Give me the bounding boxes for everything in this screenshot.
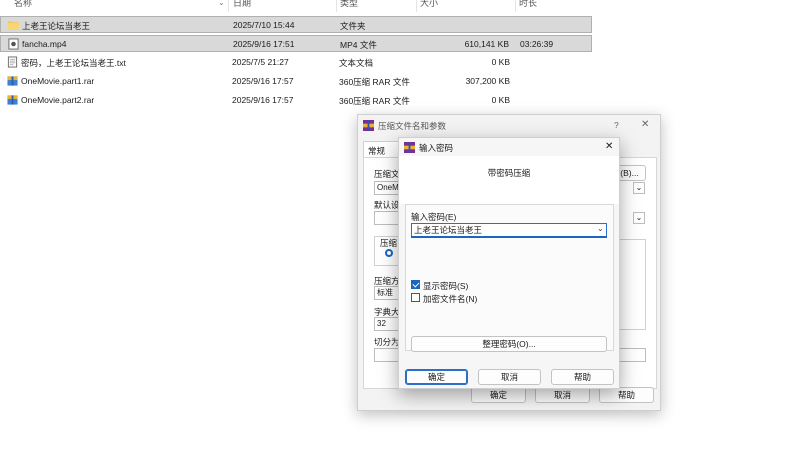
column-divider[interactable] <box>416 0 417 12</box>
default-profile-label: 默认设 <box>374 200 400 210</box>
password-input[interactable]: 上老王论坛当老王 <box>411 223 607 238</box>
password-history-chevron-icon[interactable]: ⌄ <box>597 224 604 233</box>
help-icon[interactable]: ? <box>614 120 619 130</box>
file-row-rar[interactable]: OneMovie.part2.rar 2025/9/16 17:57 360压缩… <box>0 92 592 109</box>
column-header-date[interactable]: 日期 <box>233 0 251 10</box>
column-divider[interactable] <box>515 0 516 12</box>
dialog-title: 压缩文件名和参数 <box>378 121 447 131</box>
password-dialog: 输入密码 ✕ 带密码压缩 输入密码(E) 上老王论坛当老王 ⌄ 显示密码(S) … <box>398 137 620 389</box>
help-button[interactable]: 帮助 <box>599 387 654 403</box>
close-icon[interactable]: ✕ <box>641 119 649 130</box>
ok-button[interactable]: 确定 <box>405 369 468 385</box>
ok-button[interactable]: 确定 <box>471 387 526 403</box>
file-name: 密码，上老王论坛当老王.txt <box>21 58 126 68</box>
rar-archive-icon <box>7 76 18 86</box>
file-type: 文本文档 <box>339 58 374 68</box>
file-type: 360压缩 RAR 文件 <box>339 77 410 87</box>
winrar-app-icon <box>404 142 415 153</box>
dialog-title: 输入密码 <box>419 143 454 153</box>
encrypt-names-label: 加密文件名(N) <box>423 294 478 304</box>
file-date: 2025/9/16 17:57 <box>232 76 294 86</box>
column-header-duration[interactable]: 时长 <box>519 0 537 10</box>
archive-name-dropdown-icon[interactable]: ⌄ <box>633 182 645 194</box>
file-date: 2025/7/10 15:44 <box>233 20 295 30</box>
file-duration: 03:26:39 <box>520 39 554 49</box>
video-file-icon <box>8 38 19 50</box>
header-banner <box>399 156 619 204</box>
file-type: 文件夹 <box>340 21 366 31</box>
file-row-folder[interactable]: 上老王论坛当老王 2025/7/10 15:44 文件夹 <box>0 16 592 33</box>
file-row-rar[interactable]: OneMovie.part1.rar 2025/9/16 17:57 360压缩… <box>0 73 592 90</box>
archive-name-label: 压缩文 <box>374 169 400 179</box>
file-date: 2025/9/16 17:51 <box>233 39 295 49</box>
cancel-button[interactable]: 取消 <box>478 369 541 385</box>
folder-icon <box>8 21 19 30</box>
column-divider[interactable] <box>336 0 337 12</box>
file-type: MP4 文件 <box>340 40 377 50</box>
file-name: 上老王论坛当老王 <box>22 21 91 31</box>
tab-general-label: 常规 <box>368 146 386 156</box>
file-name: OneMovie.part1.rar <box>21 76 95 86</box>
format-radio[interactable] <box>385 249 393 257</box>
column-divider[interactable] <box>228 0 229 12</box>
show-password-label: 显示密码(S) <box>423 281 469 291</box>
file-size: 0 KB <box>491 95 510 105</box>
file-date: 2025/9/16 17:57 <box>232 95 294 105</box>
file-type: 360压缩 RAR 文件 <box>339 96 410 106</box>
close-icon[interactable]: ✕ <box>605 141 613 152</box>
column-header-size[interactable]: 大小 <box>420 0 438 10</box>
organize-passwords-button[interactable]: 整理密码(O)... <box>411 336 607 352</box>
file-date: 2025/7/5 21:27 <box>232 57 289 67</box>
sort-chevron-icon[interactable]: ⌄ <box>218 0 225 7</box>
password-label: 输入密码(E) <box>411 212 457 222</box>
encrypt-names-checkbox[interactable] <box>411 293 420 302</box>
text-file-icon <box>7 56 18 68</box>
help-button[interactable]: 帮助 <box>551 369 614 385</box>
file-name: OneMovie.part2.rar <box>21 95 95 105</box>
column-header-name[interactable]: 名称 <box>14 0 32 10</box>
rar-archive-icon <box>7 95 18 105</box>
file-row-video[interactable]: fancha.mp4 2025/9/16 17:51 MP4 文件 610,14… <box>0 35 592 52</box>
column-header-type[interactable]: 类型 <box>340 0 358 10</box>
format-group-label: 压缩 <box>380 237 398 249</box>
split-label: 切分为 <box>374 337 400 347</box>
cancel-button[interactable]: 取消 <box>535 387 590 403</box>
file-row-text[interactable]: 密码，上老王论坛当老王.txt 2025/7/5 21:27 文本文档 0 KB <box>0 54 592 71</box>
winrar-app-icon <box>363 120 374 131</box>
show-password-checkbox[interactable] <box>411 280 420 289</box>
file-name: fancha.mp4 <box>22 39 67 49</box>
profile-dropdown-icon[interactable]: ⌄ <box>633 212 645 224</box>
dialog-heading: 带密码压缩 <box>487 168 531 178</box>
file-size: 610,141 KB <box>464 39 509 49</box>
file-size: 0 KB <box>491 57 510 67</box>
file-size: 307,200 KB <box>465 76 510 86</box>
